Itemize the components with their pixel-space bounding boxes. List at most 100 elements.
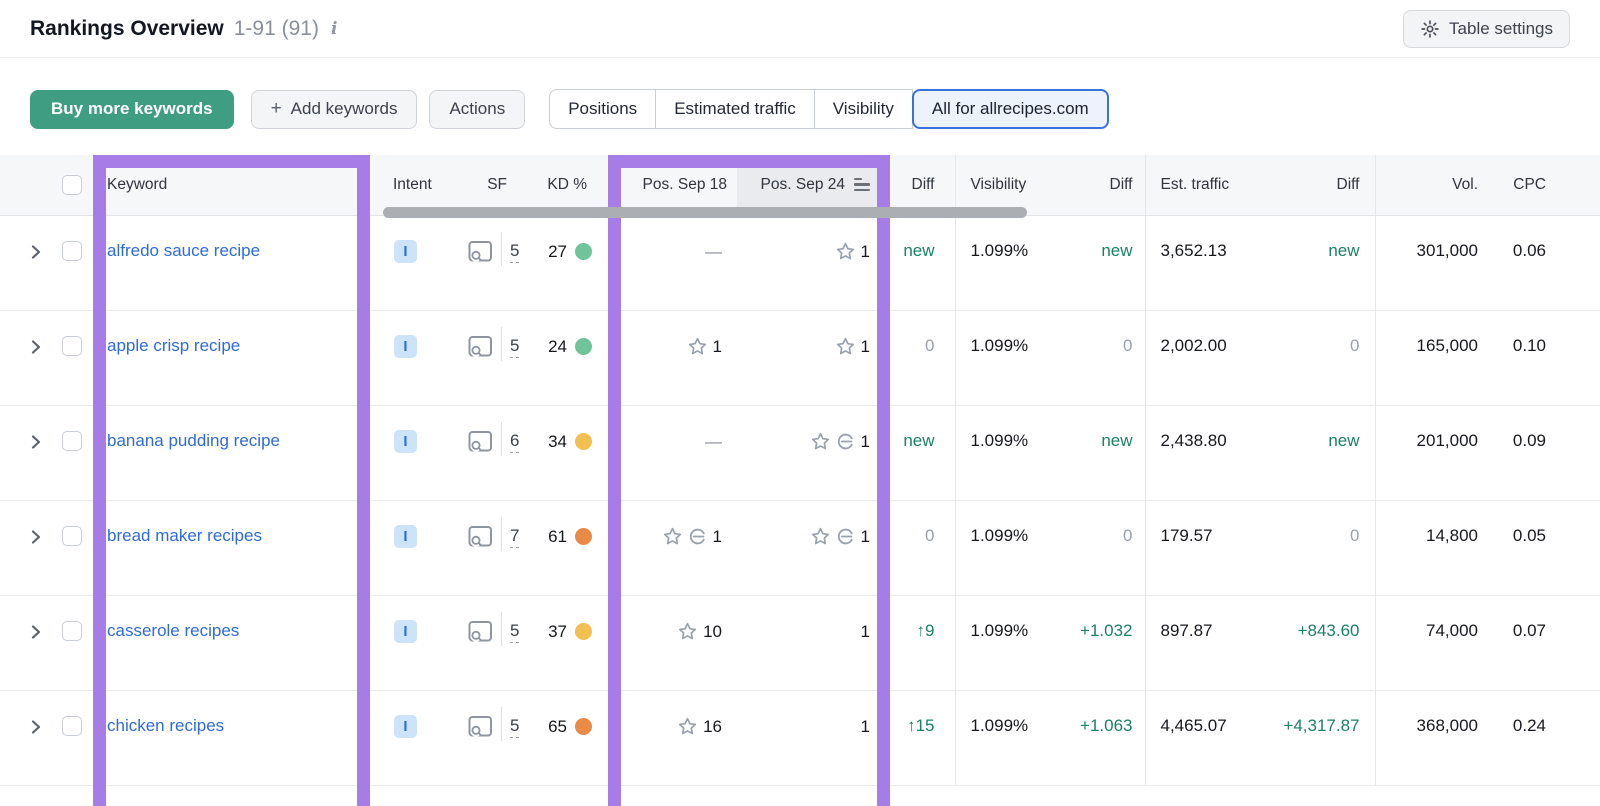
serp-features-icon[interactable] — [468, 715, 493, 738]
cell-pos-sep-18: 1 — [600, 500, 737, 596]
row-checkbox[interactable] — [62, 620, 82, 641]
header-diff-1[interactable]: Diff — [884, 155, 955, 216]
header-pos-sep-24[interactable]: Pos. Sep 24 — [737, 155, 884, 216]
keyword-link[interactable]: casserole recipes — [107, 621, 239, 640]
serp-features-icon[interactable] — [468, 240, 493, 263]
intent-badge[interactable]: I — [394, 429, 417, 453]
cell-intent: I — [370, 310, 440, 406]
cell-traffic-diff: +4,317.87 — [1265, 690, 1375, 786]
table-settings-button[interactable]: Table settings — [1403, 9, 1570, 48]
star-icon — [836, 242, 854, 260]
tab-all-for-domain[interactable]: All for allrecipes.com — [911, 89, 1109, 129]
serp-features-icon[interactable] — [468, 620, 493, 643]
buy-more-keywords-button[interactable]: Buy more keywords — [30, 89, 234, 129]
cell-expand[interactable] — [0, 405, 54, 501]
intent-badge[interactable]: I — [394, 619, 417, 643]
table-row: casserole recipes I 5 37 10 1 ↑9 1.099% +1.032 89… — [0, 595, 1600, 691]
header-cpc[interactable]: CPC — [1480, 155, 1548, 216]
kd-difficulty-dot — [575, 338, 592, 355]
link-icon — [837, 528, 853, 545]
table-row: alfredo sauce recipe I 5 27 — 1 new 1.099% new 3,… — [0, 215, 1600, 311]
tab-visibility[interactable]: Visibility — [813, 89, 913, 129]
intent-badge[interactable]: I — [394, 334, 417, 358]
intent-badge[interactable]: I — [394, 524, 417, 548]
table-row: chicken recipes I 5 65 16 1 ↑15 1.099% +1.063 4,4… — [0, 690, 1600, 786]
select-all-checkbox[interactable] — [62, 174, 82, 195]
cell-intent: I — [370, 595, 440, 691]
header-pos-sep-18[interactable]: Pos. Sep 18 — [600, 155, 737, 216]
cell-expand[interactable] — [0, 690, 54, 786]
sf-count[interactable]: 5 — [510, 336, 520, 358]
sf-count[interactable]: 5 — [510, 241, 520, 263]
header-visibility[interactable]: Visibility — [954, 155, 1060, 216]
header-diff-2[interactable]: Diff — [1060, 155, 1145, 216]
cell-visibility-diff: +1.032 — [1060, 595, 1145, 691]
cell-kd: 65 — [535, 690, 600, 786]
cell-est-traffic: 2,002.00 — [1144, 310, 1265, 406]
header-checkbox-cell — [54, 155, 93, 216]
serp-features-icon[interactable] — [468, 335, 493, 358]
cell-intent: I — [370, 215, 440, 311]
cell-pos-sep-18: 16 — [600, 690, 737, 786]
cell-cpc: 0.06 — [1480, 215, 1548, 311]
cell-expand[interactable] — [0, 215, 54, 311]
horizontal-scrollbar[interactable] — [383, 207, 1027, 218]
sf-count[interactable]: 7 — [510, 526, 520, 548]
cell-expand[interactable] — [0, 500, 54, 596]
cell-sf: 5 — [440, 310, 535, 406]
keyword-link[interactable]: chicken recipes — [107, 716, 224, 735]
cell-visibility-diff: +1.063 — [1060, 690, 1145, 786]
chevron-right-icon — [31, 719, 41, 734]
cell-visibility-diff: 0 — [1060, 500, 1145, 596]
sf-count[interactable]: 5 — [510, 621, 520, 643]
row-checkbox[interactable] — [62, 335, 82, 356]
star-icon — [811, 432, 829, 450]
header-sf[interactable]: SF — [440, 155, 535, 216]
row-checkbox[interactable] — [62, 525, 82, 546]
header-keyword[interactable]: Keyword — [93, 155, 370, 216]
keyword-link[interactable]: bread maker recipes — [107, 526, 262, 545]
row-checkbox[interactable] — [62, 430, 82, 451]
cell-pos-sep-18: 1 — [600, 310, 737, 406]
star-icon — [836, 337, 854, 355]
cell-position-diff: 0 — [884, 500, 955, 596]
cell-spacer — [1548, 500, 1600, 596]
intent-badge[interactable]: I — [394, 239, 417, 263]
serp-features-icon[interactable] — [468, 525, 493, 548]
keyword-link[interactable]: banana pudding recipe — [107, 431, 280, 450]
header-est-traffic[interactable]: Est. traffic — [1144, 155, 1265, 216]
cell-expand[interactable] — [0, 310, 54, 406]
cell-expand[interactable] — [0, 595, 54, 691]
cell-sf: 5 — [440, 690, 535, 786]
header-intent[interactable]: Intent — [370, 155, 440, 216]
cell-cpc: 0.10 — [1480, 310, 1548, 406]
row-checkbox[interactable] — [62, 715, 82, 736]
header-volume[interactable]: Vol. — [1374, 155, 1480, 216]
kd-value: 61 — [548, 526, 567, 546]
header-kd[interactable]: KD % — [535, 155, 600, 216]
actions-button[interactable]: Actions — [429, 89, 526, 129]
sf-count[interactable]: 6 — [510, 431, 520, 453]
position-diff: ↑9 — [916, 620, 935, 640]
info-icon[interactable]: i — [329, 19, 339, 39]
cell-pos-sep-24: 1 — [737, 215, 884, 311]
serp-features-icon[interactable] — [468, 430, 493, 453]
tab-estimated-traffic[interactable]: Estimated traffic — [655, 89, 815, 129]
keyword-link[interactable]: alfredo sauce recipe — [107, 241, 260, 260]
intent-badge[interactable]: I — [394, 714, 417, 738]
cell-kd: 24 — [535, 310, 600, 406]
tab-positions[interactable]: Positions — [549, 89, 657, 129]
cell-checkbox — [54, 500, 93, 596]
add-keywords-button[interactable]: + Add keywords — [250, 89, 418, 129]
header-diff-3[interactable]: Diff — [1265, 155, 1375, 216]
chevron-right-icon — [31, 244, 41, 259]
position-diff: 0 — [925, 335, 935, 355]
divider — [501, 421, 502, 456]
sf-count[interactable]: 5 — [510, 716, 520, 738]
cell-pos-sep-18: — — [600, 405, 737, 501]
row-checkbox[interactable] — [62, 240, 82, 261]
keyword-link[interactable]: apple crisp recipe — [107, 336, 240, 355]
cell-sf: 5 — [440, 595, 535, 691]
cell-position-diff: ↑9 — [884, 595, 955, 691]
chevron-right-icon — [31, 624, 41, 639]
